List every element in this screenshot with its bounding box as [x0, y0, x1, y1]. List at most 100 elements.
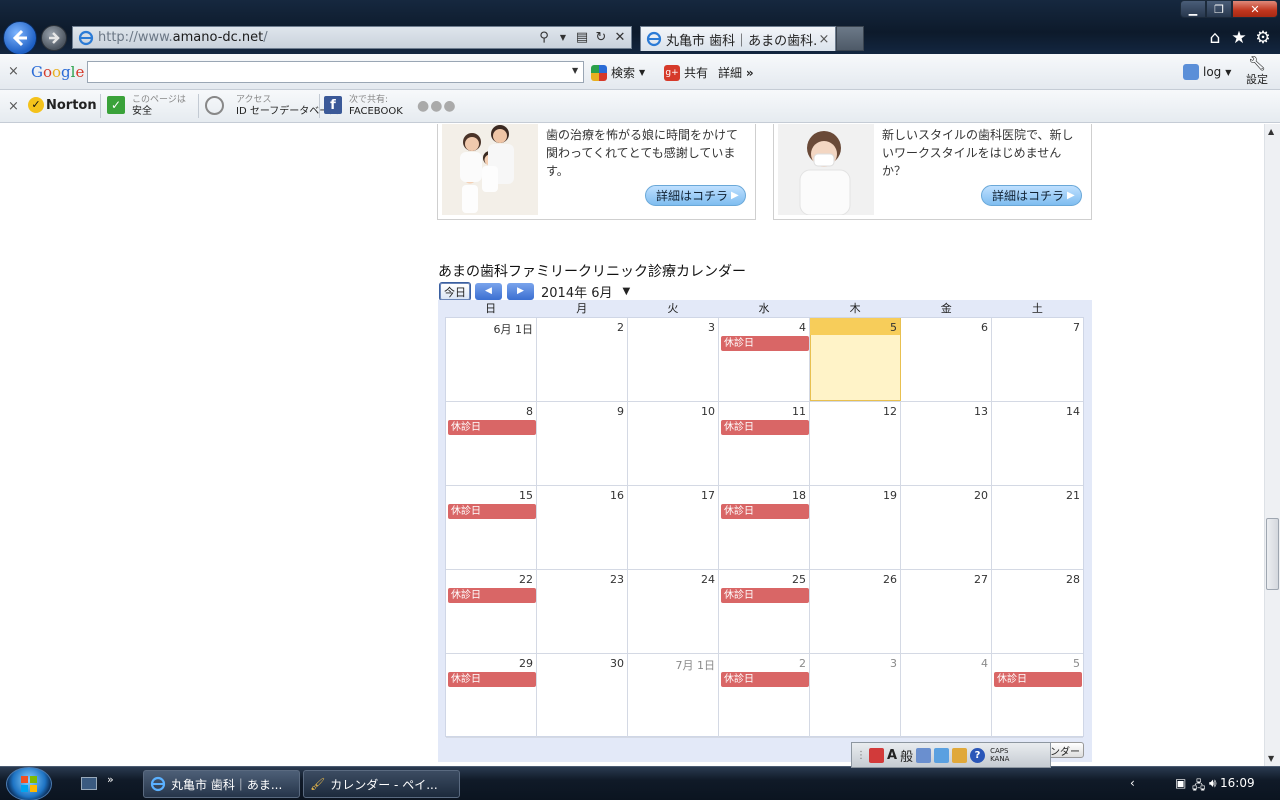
- google-share-button[interactable]: g+ 共有: [664, 64, 708, 81]
- home-icon[interactable]: ⌂: [1205, 28, 1225, 48]
- ime-tools-icon[interactable]: [934, 747, 950, 763]
- calendar-day-cell[interactable]: 5 休診日: [992, 654, 1083, 737]
- calendar-day-cell[interactable]: 2 休診日: [719, 654, 810, 737]
- google-settings-button[interactable]: 🔧︎ 設定: [1240, 57, 1274, 87]
- today-button[interactable]: 今日: [439, 281, 471, 301]
- calendar-day-cell[interactable]: 27: [901, 570, 992, 653]
- calendar-day-cell[interactable]: 23: [537, 570, 628, 653]
- volume-icon[interactable]: 🔊︎: [1209, 776, 1217, 791]
- google-more-button[interactable]: 詳細 »: [718, 64, 754, 81]
- calendar-day-cell[interactable]: 18 休診日: [719, 486, 810, 569]
- google-search-input[interactable]: [87, 61, 584, 83]
- calendar-day-cell[interactable]: 7月 1日: [628, 654, 719, 737]
- scroll-up-icon[interactable]: ▲: [1268, 127, 1274, 136]
- closed-day-event[interactable]: 休診日: [448, 420, 536, 435]
- ime-han-label[interactable]: 般: [900, 746, 913, 765]
- calendar-day-cell[interactable]: 3: [628, 318, 719, 401]
- start-button[interactable]: [6, 767, 52, 800]
- calendar-day-cell[interactable]: 20: [901, 486, 992, 569]
- page-scrollbar[interactable]: ▲ ▼: [1264, 124, 1280, 766]
- favorites-star-icon[interactable]: ★: [1229, 28, 1249, 48]
- calendar-day-cell[interactable]: 29 休診日: [446, 654, 537, 737]
- calendar-day-cell[interactable]: 28: [992, 570, 1083, 653]
- next-month-button[interactable]: ▶: [507, 282, 534, 300]
- calendar-day-cell[interactable]: 3: [810, 654, 901, 737]
- calendar-day-cell[interactable]: 13: [901, 402, 992, 485]
- prev-month-button[interactable]: ◀: [475, 282, 502, 300]
- closed-day-event[interactable]: 休診日: [721, 336, 809, 351]
- calendar-day-cell[interactable]: 8 休診日: [446, 402, 537, 485]
- google-user-button[interactable]: log ▼: [1183, 64, 1231, 80]
- task-paint-window[interactable]: 🖌︎ カレンダー - ペイ...: [303, 770, 460, 798]
- ime-mode-icon[interactable]: [869, 747, 884, 763]
- norton-toolbar-close-button[interactable]: ×: [8, 99, 19, 114]
- norton-safe-status[interactable]: このページは 安全: [132, 94, 186, 118]
- calendar-day-cell[interactable]: 12: [810, 402, 901, 485]
- closed-day-event[interactable]: 休診日: [721, 672, 809, 687]
- calendar-day-cell[interactable]: 26: [810, 570, 901, 653]
- calendar-day-today[interactable]: 5: [810, 318, 901, 401]
- calendar-day-cell[interactable]: 4 休診日: [719, 318, 810, 401]
- closed-day-event[interactable]: 休診日: [448, 672, 536, 687]
- calendar-day-cell[interactable]: 24: [628, 570, 719, 653]
- more-dots-icon[interactable]: ●●●: [417, 98, 457, 114]
- tab-active[interactable]: 丸亀市 歯科｜あまの歯科... ×: [640, 26, 836, 51]
- norton-share-facebook[interactable]: 次で共有: FACEBOOK: [349, 94, 403, 118]
- task-ie-window[interactable]: 丸亀市 歯科｜あま...: [143, 770, 300, 798]
- closed-day-event[interactable]: 休診日: [721, 420, 809, 435]
- calendar-day-cell[interactable]: 2: [537, 318, 628, 401]
- calendar-day-cell[interactable]: 15 休診日: [446, 486, 537, 569]
- minimize-button[interactable]: ▁: [1180, 0, 1206, 18]
- calendar-day-cell[interactable]: 6: [901, 318, 992, 401]
- calendar-day-cell[interactable]: 19: [810, 486, 901, 569]
- compat-view-icon[interactable]: ▤: [574, 30, 590, 46]
- closed-day-event[interactable]: 休診日: [448, 588, 536, 603]
- ime-dictionary-icon[interactable]: [952, 747, 968, 763]
- tools-gear-icon[interactable]: ⚙: [1253, 28, 1273, 48]
- refresh-icon[interactable]: ↻: [593, 30, 609, 46]
- address-bar[interactable]: http://www.amano-dc.net/ ⚲ ▼ ▤ ↻ ✕: [72, 26, 632, 49]
- month-dropdown-icon[interactable]: ▼: [623, 286, 631, 297]
- dropdown-arrow-icon[interactable]: ▼: [555, 30, 571, 46]
- closed-day-event[interactable]: 休診日: [721, 504, 809, 519]
- calendar-day-cell[interactable]: 25 休診日: [719, 570, 810, 653]
- close-window-button[interactable]: ✕: [1232, 0, 1278, 18]
- calendar-day-cell[interactable]: 9: [537, 402, 628, 485]
- calendar-day-cell[interactable]: 4: [901, 654, 992, 737]
- calendar-day-cell[interactable]: 11 休診日: [719, 402, 810, 485]
- calendar-day-cell[interactable]: 21: [992, 486, 1083, 569]
- scroll-down-icon[interactable]: ▼: [1268, 754, 1274, 763]
- calendar-month-label[interactable]: 2014年 6月: [541, 282, 613, 301]
- help-icon[interactable]: ?: [970, 747, 986, 763]
- url-text[interactable]: http://www.amano-dc.net/: [98, 30, 536, 45]
- back-button[interactable]: [3, 21, 37, 55]
- stop-icon[interactable]: ✕: [612, 30, 628, 46]
- quicklaunch-more-icon[interactable]: »: [107, 773, 114, 786]
- details-button[interactable]: 詳細はコチラ ▶: [645, 185, 746, 206]
- calendar-day-cell[interactable]: 10: [628, 402, 719, 485]
- details-button[interactable]: 詳細はコチラ ▶: [981, 185, 1082, 206]
- tray-usb-icon[interactable]: ▣: [1175, 776, 1186, 790]
- calendar-day-cell[interactable]: 17: [628, 486, 719, 569]
- ime-a-label[interactable]: A: [887, 748, 897, 763]
- network-icon[interactable]: 🖧︎: [1192, 776, 1205, 797]
- calendar-day-cell[interactable]: 6月 1日: [446, 318, 537, 401]
- closed-day-event[interactable]: 休診日: [448, 504, 536, 519]
- calendar-day-cell[interactable]: 30: [537, 654, 628, 737]
- ime-pad-icon[interactable]: [916, 747, 932, 763]
- taskbar-clock[interactable]: 16:09: [1220, 776, 1255, 790]
- search-icon[interactable]: ⚲: [536, 30, 552, 46]
- google-toolbar-close-button[interactable]: ×: [8, 64, 19, 79]
- new-tab-button[interactable]: [836, 26, 864, 51]
- calendar-day-cell[interactable]: 14: [992, 402, 1083, 485]
- calendar-day-cell[interactable]: 22 休診日: [446, 570, 537, 653]
- scrollbar-thumb[interactable]: [1266, 518, 1279, 590]
- calendar-day-cell[interactable]: 7: [992, 318, 1083, 401]
- tray-expand-icon[interactable]: ‹: [1130, 776, 1135, 790]
- calendar-day-cell[interactable]: 16: [537, 486, 628, 569]
- closed-day-event[interactable]: 休診日: [994, 672, 1082, 687]
- tab-close-button[interactable]: ×: [817, 32, 831, 47]
- closed-day-event[interactable]: 休診日: [721, 588, 809, 603]
- maximize-button[interactable]: ❐: [1206, 0, 1232, 18]
- search-history-dropdown-icon[interactable]: ▼: [572, 66, 578, 75]
